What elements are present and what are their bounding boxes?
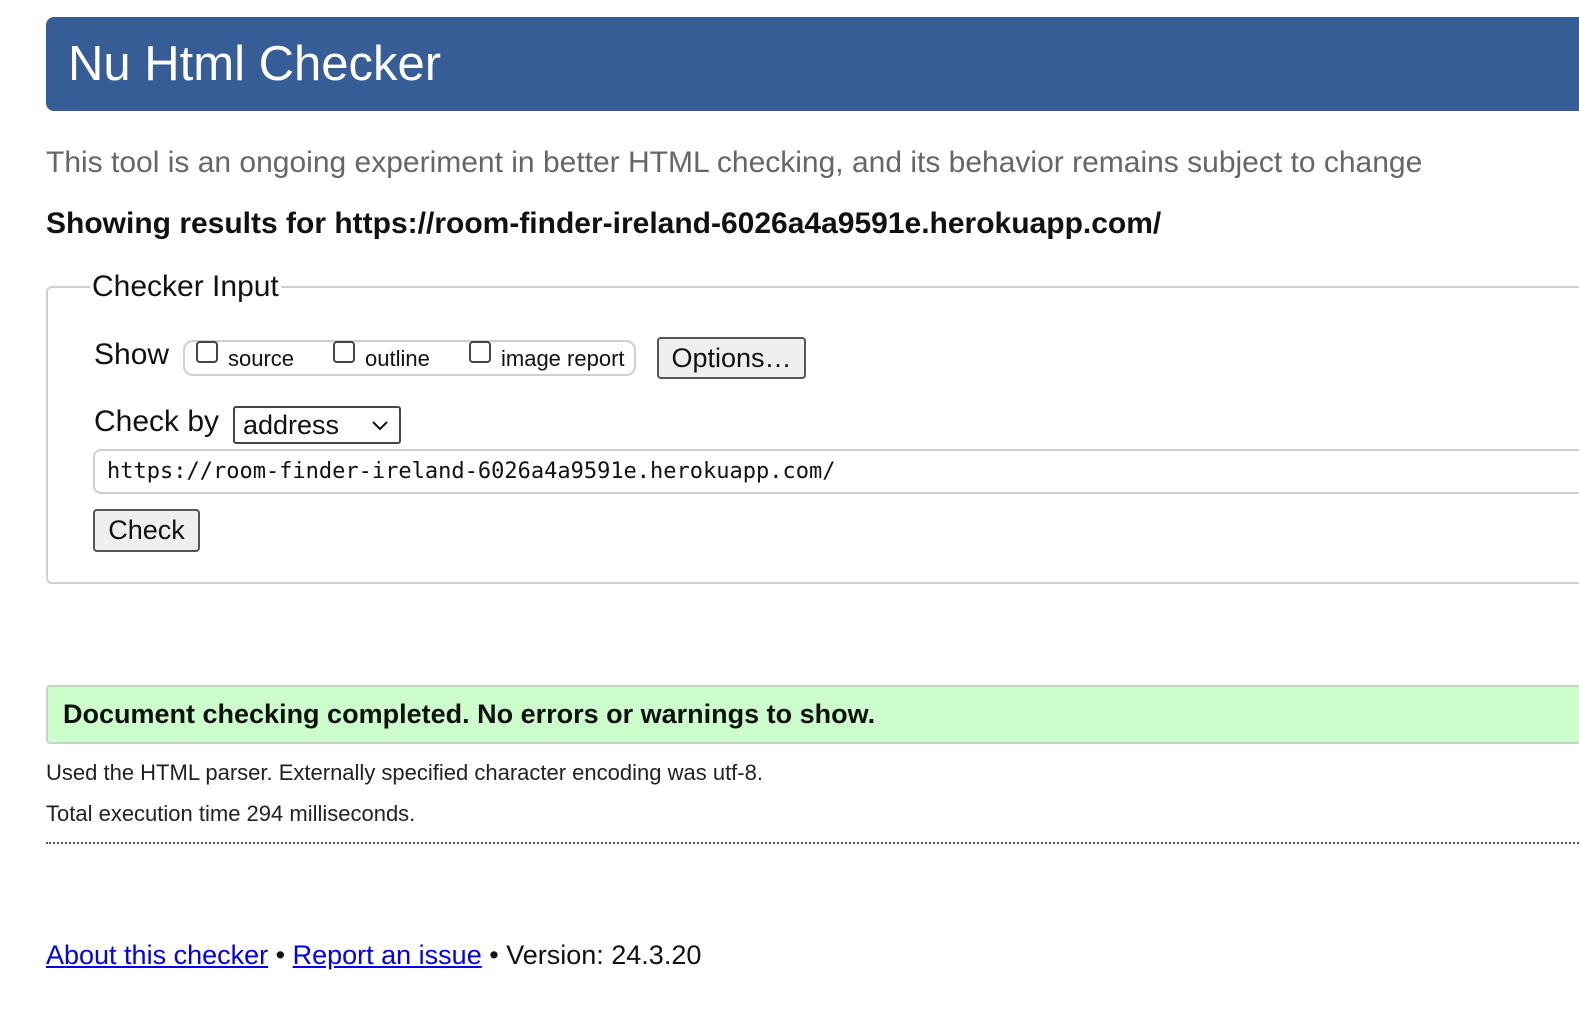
checker-input-legend: Checker Input [92,270,279,303]
options-button[interactable]: Options… [657,337,806,379]
url-input-value: https://room-finder-ireland-6026a4a9591e… [107,459,836,484]
footer-separator: • [489,940,499,970]
success-message: Document checking completed. No errors o… [63,699,876,729]
source-checkbox-label[interactable]: source [228,346,294,372]
divider [46,842,1579,844]
outline-checkbox[interactable] [333,341,355,363]
image-report-checkbox[interactable] [469,341,491,363]
chevron-down-icon [372,421,388,431]
intro-text: This tool is an ongoing experiment in be… [46,146,1423,179]
footer-separator: • [275,940,286,970]
report-issue-link[interactable]: Report an issue [293,940,482,970]
show-label: Show [94,338,170,371]
success-message-box: Document checking completed. No errors o… [46,685,1579,744]
execution-time: Total execution time 294 milliseconds. [46,801,416,826]
check-by-select[interactable]: address [233,406,401,444]
check-button[interactable]: Check [93,509,200,552]
parser-info: Used the HTML parser. Externally specifi… [46,760,763,785]
url-input[interactable]: https://room-finder-ireland-6026a4a9591e… [93,449,1579,494]
header-bar: Nu Html Checker [46,17,1579,111]
check-by-label: Check by [94,405,220,438]
check-by-selected-value: address [243,410,340,440]
results-heading: Showing results for https://room-finder-… [46,207,1162,240]
page: Nu Html Checker This tool is an ongoing … [0,0,1579,1029]
outline-checkbox-label[interactable]: outline [365,346,430,372]
footer: About this checker • Report an issue • V… [46,940,701,971]
about-checker-link[interactable]: About this checker [46,940,268,970]
source-checkbox[interactable] [196,341,218,363]
version-text: Version: 24.3.20 [506,940,702,970]
page-title: Nu Html Checker [68,37,442,91]
image-report-checkbox-label[interactable]: image report [501,346,625,372]
